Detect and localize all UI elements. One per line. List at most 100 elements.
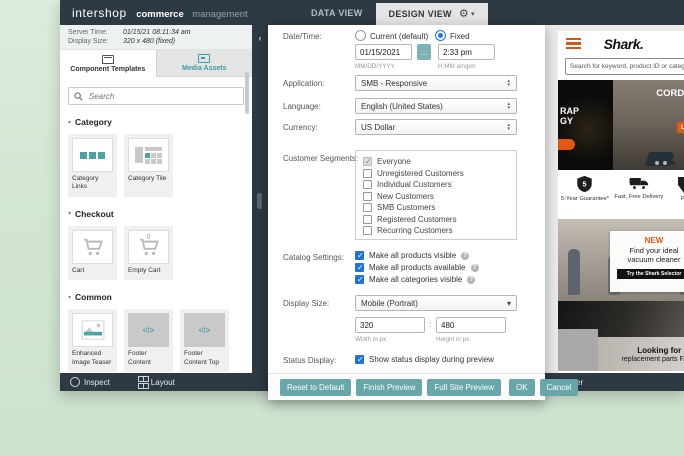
carousel-dot-active[interactable] [671,161,675,165]
checkbox-unchecked[interactable] [363,203,372,213]
height-input[interactable]: 480 [436,317,506,333]
code-icon: </> [198,325,211,335]
segment-unregistered[interactable]: Unregistered Customers [363,168,509,180]
carousel-dot[interactable] [663,161,667,165]
sidebar-search[interactable] [68,87,244,105]
carousel-dot[interactable] [655,161,659,165]
width-input[interactable]: 320 [355,317,425,333]
help-icon[interactable]: ? [467,275,476,284]
layout-button[interactable]: Layout [137,375,175,389]
tile-cart[interactable]: Cart [68,225,117,281]
help-icon[interactable]: ? [461,251,470,260]
tab-design-view[interactable]: DESIGN VIEW ⚙ ▾ [375,3,488,25]
catalog-option-1[interactable]: Make all products visible ? [355,251,470,260]
section-common[interactable]: ▾ Common [68,292,244,302]
tile-category-links[interactable]: Category Links [68,134,117,197]
usp-row: 5 5-Year Guarantee* Fast, Free Delivery [558,170,684,219]
segment-label: Everyone [377,157,411,167]
status-display-option[interactable]: Show status display during preview [355,355,494,364]
replacement-parts-banner[interactable]: Looking for replacement parts FAQs [558,301,684,371]
catalog-option-label: Make all products available [369,263,466,272]
server-time-value: 01/15/21 08:11:34 am [123,29,191,36]
storefront-search-input[interactable]: Search for keyword, product ID or catego [565,58,684,75]
help-icon[interactable]: ? [470,263,479,272]
section-category-title: Category [75,117,112,127]
language-select[interactable]: English (United States) ▲ ▼ [355,98,517,114]
ok-button[interactable]: OK [508,378,535,396]
checkbox-unchecked[interactable] [363,191,372,201]
application-select[interactable]: SMB - Responsive ▲ ▼ [355,75,517,91]
checkbox-unchecked[interactable] [363,214,372,224]
application-label: Application: [283,79,325,88]
segment-new[interactable]: New Customers [363,191,509,203]
tile-footer-content[interactable]: </> Footer Content [124,309,173,373]
segment-label: Recurring Customers [377,226,453,236]
hero-banner-right[interactable]: CORDLESS FRE L [613,80,684,170]
radio-fixed-icon[interactable] [435,30,446,41]
shark-selector-button[interactable]: Try the Shark Selector [617,268,684,279]
checkbox-checked[interactable] [355,355,364,364]
section-checkout[interactable]: ▾ Checkout [68,209,244,219]
tile-enhanced-image-teaser[interactable]: Enhanced Image Teaser [68,309,117,373]
checkbox-unchecked[interactable] [363,168,372,178]
inspect-label: Inspect [84,377,110,387]
logo-management: management [192,8,248,20]
strip-scrollbar-thumb[interactable] [257,193,262,209]
status-display-label: Status Display: [283,356,337,365]
radio-fixed[interactable]: Fixed [435,30,470,41]
segment-recurring[interactable]: Recurring Customers [363,225,509,237]
inspect-button[interactable]: Inspect [70,377,110,387]
cancel-button[interactable]: Cancel [539,378,579,396]
sidebar-scrollbar[interactable] [245,72,249,114]
checkbox-unchecked[interactable] [363,180,372,190]
banner-right-line1: CORDLESS [656,88,684,99]
date-input[interactable]: 01/15/2021 [355,44,412,60]
collapse-chevron-icon[interactable]: ‹ [252,33,268,43]
banner-left-button[interactable] [558,139,575,150]
checkbox-checked[interactable] [355,251,364,260]
checkbox-unchecked[interactable] [363,226,372,236]
customer-segments-box: Everyone Unregistered Customers Individu… [355,150,517,240]
component-sections: ▾ Category Category Links Category Tile … [60,117,252,373]
shark-logo[interactable]: Shark. [558,36,684,52]
hero-carousel[interactable]: RAP GY CORDLESS FRE L [558,80,684,170]
tab-data-view[interactable]: DATA VIEW [298,0,376,25]
chevron-down-icon: ▾ [471,11,475,18]
display-size-select[interactable]: Mobile (Portrait) ▾ [355,295,517,311]
reset-to-default-button[interactable]: Reset to Default [280,378,352,396]
segment-individual[interactable]: Individual Customers [363,179,509,191]
search-input[interactable] [87,90,238,102]
date-picker-button[interactable]: ... [417,44,431,60]
radio-current-icon[interactable] [355,30,366,41]
catalog-option-3[interactable]: Make all categories visible ? [355,275,476,284]
tab-component-templates-label: Component Templates [70,65,146,73]
section-caret-icon: ▾ [68,211,72,218]
select-stepper-icon: ▲ ▼ [506,78,511,87]
currency-select[interactable]: US Dollar ▲ ▼ [355,119,517,135]
full-site-preview-button[interactable]: Full Site Preview [427,378,501,396]
tile-category-tile[interactable]: Category Tile [124,134,173,197]
segment-everyone[interactable]: Everyone [363,156,509,168]
checkbox-checked[interactable] [355,263,364,272]
segment-registered[interactable]: Registered Customers [363,214,509,226]
hero-banner-left[interactable]: RAP GY [558,80,613,170]
lifestyle-banner[interactable]: NEW Find your ideal vacuum cleaner Try t… [558,219,684,301]
radio-current[interactable]: Current (default) [355,30,428,41]
catalog-option-2[interactable]: Make all products available ? [355,263,479,272]
looking-for-line2: replacement parts FAQs [621,356,684,363]
banner-right-button[interactable]: L [677,122,684,133]
checkbox-checked[interactable] [355,275,364,284]
tile-empty-cart[interactable]: 0 Empty Cart [124,225,173,281]
height-hint: Height in px [436,336,470,343]
gear-icon[interactable]: ⚙ [459,8,469,20]
tab-media-assets[interactable]: Media Assets [155,50,252,77]
time-input[interactable]: 2:33 pm [438,44,495,60]
truck-icon [628,178,648,190]
segment-smb[interactable]: SMB Customers [363,202,509,214]
tile-footer-content-top[interactable]: </> Footer Content Top [180,309,229,373]
finish-preview-button[interactable]: Finish Preview [356,378,423,396]
section-category[interactable]: ▾ Category [68,117,244,127]
section-common-title: Common [75,292,112,303]
view-tabs: DATA VIEW DESIGN VIEW ⚙ ▾ [298,0,488,25]
tab-component-templates[interactable]: Component Templates [60,50,156,77]
